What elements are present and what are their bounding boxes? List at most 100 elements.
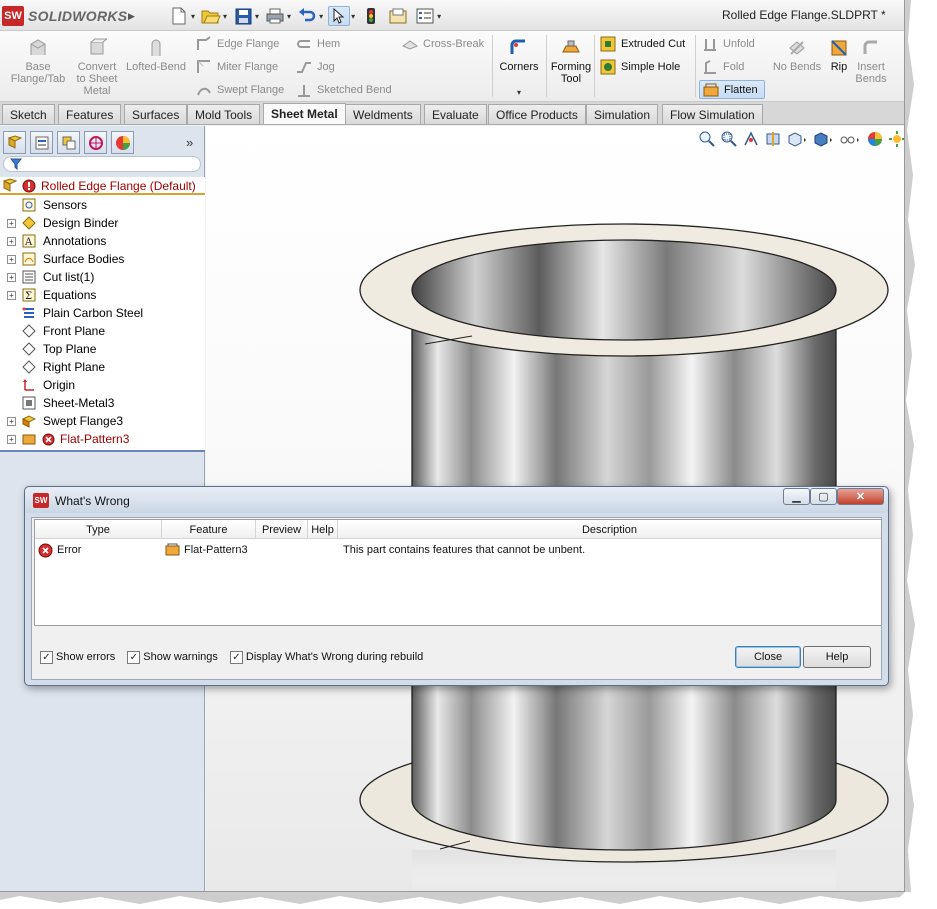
show-warnings-checkbox[interactable]: ✓ Show warnings bbox=[127, 650, 218, 664]
solidworks-window: SW SOLIDWORKS ▶ ▾ ▾ ▾ ▾ ▾ ▾ ▾ Rolled Edg… bbox=[0, 0, 905, 892]
tree-item-annotations[interactable]: + A Annotations bbox=[0, 232, 205, 250]
tab-office-products[interactable]: Office Products bbox=[488, 104, 586, 124]
expand-icon[interactable]: + bbox=[7, 273, 16, 282]
show-errors-checkbox[interactable]: ✓ Show errors bbox=[40, 650, 115, 664]
corners-dropdown-icon[interactable]: ▾ bbox=[497, 87, 541, 99]
tab-simulation[interactable]: Simulation bbox=[586, 104, 659, 124]
undo-dropdown-icon[interactable]: ▾ bbox=[319, 12, 323, 21]
extruded-cut-button[interactable]: Extruded Cut bbox=[600, 34, 685, 53]
base-flange-button[interactable]: Base Flange/Tab bbox=[6, 37, 70, 85]
tree-item-cut-list[interactable]: + Cut list(1) bbox=[0, 268, 205, 286]
display-manager-tab-icon[interactable] bbox=[111, 131, 134, 154]
simple-hole-button[interactable]: Simple Hole bbox=[600, 57, 680, 76]
close-button[interactable]: Close bbox=[735, 646, 801, 668]
maximize-button[interactable]: ▢ bbox=[810, 488, 837, 505]
property-manager-tab-icon[interactable] bbox=[30, 131, 53, 154]
dialog-body: Type Feature Preview Help Description Er… bbox=[31, 517, 882, 680]
tree-item-surface-bodies[interactable]: + Surface Bodies bbox=[0, 250, 205, 268]
tab-features[interactable]: Features bbox=[58, 104, 122, 124]
save-icon[interactable] bbox=[232, 6, 254, 26]
unfold-button[interactable]: Unfold bbox=[702, 34, 755, 53]
solidworks-logo[interactable]: SW SOLIDWORKS ▶ bbox=[2, 4, 135, 28]
tree-rollback-bar[interactable] bbox=[0, 450, 205, 452]
expand-icon[interactable]: + bbox=[7, 237, 16, 246]
display-during-rebuild-checkbox[interactable]: ✓ Display What's Wrong during rebuild bbox=[229, 650, 423, 664]
insert-bends-button[interactable]: Insert Bends bbox=[852, 37, 890, 85]
open-dropdown-icon[interactable]: ▾ bbox=[223, 12, 227, 21]
column-header-feature[interactable]: Feature bbox=[162, 520, 256, 539]
options-icon[interactable] bbox=[414, 6, 436, 26]
print-icon[interactable] bbox=[264, 6, 286, 26]
tree-item-sheet-metal[interactable]: Sheet-Metal3 bbox=[0, 394, 205, 412]
open-icon[interactable] bbox=[200, 6, 222, 26]
hem-button[interactable]: Hem bbox=[296, 34, 340, 53]
expand-icon[interactable]: + bbox=[7, 219, 16, 228]
tab-sheet-metal[interactable]: Sheet Metal bbox=[263, 103, 346, 124]
fold-button[interactable]: Fold bbox=[702, 57, 744, 76]
column-header-type[interactable]: Type bbox=[35, 520, 162, 539]
tab-surfaces[interactable]: Surfaces bbox=[124, 104, 188, 124]
column-header-preview[interactable]: Preview bbox=[256, 520, 308, 539]
save-dropdown-icon[interactable]: ▾ bbox=[255, 12, 259, 21]
edge-flange-button[interactable]: Edge Flange bbox=[196, 34, 279, 53]
tree-item-origin[interactable]: Origin bbox=[0, 376, 205, 394]
lofted-bend-button[interactable]: Lofted-Bend bbox=[124, 37, 188, 73]
menu-expand-icon[interactable]: ▶ bbox=[128, 11, 135, 22]
options-dropdown-icon[interactable]: ▾ bbox=[437, 12, 441, 21]
tab-flow-simulation[interactable]: Flow Simulation bbox=[662, 104, 763, 124]
minimize-button[interactable]: ▁ bbox=[783, 488, 810, 505]
expand-icon[interactable]: + bbox=[7, 291, 16, 300]
tree-item-swept-flange[interactable]: + Swept Flange3 bbox=[0, 412, 205, 430]
rip-button[interactable]: Rip bbox=[826, 37, 852, 73]
problem-list[interactable]: Type Feature Preview Help Description Er… bbox=[34, 519, 882, 626]
dimxpert-tab-icon[interactable] bbox=[84, 131, 107, 154]
expand-icon[interactable]: + bbox=[7, 435, 16, 444]
tree-item-front-plane[interactable]: Front Plane bbox=[0, 322, 205, 340]
help-button[interactable]: Help bbox=[803, 646, 871, 668]
convert-to-sheet-metal-button[interactable]: Convert to Sheet Metal bbox=[72, 37, 122, 97]
feature-manager-tab-icon[interactable] bbox=[3, 131, 26, 154]
forming-tool-button[interactable]: Forming Tool bbox=[549, 37, 593, 85]
expand-panel-icon[interactable]: » bbox=[186, 135, 193, 150]
tree-item-material[interactable]: Plain Carbon Steel bbox=[0, 304, 205, 322]
tree-filter-input[interactable] bbox=[3, 156, 201, 172]
surface-bodies-icon bbox=[21, 251, 37, 267]
new-icon[interactable] bbox=[168, 6, 190, 26]
tree-item-sensors[interactable]: Sensors bbox=[0, 196, 205, 214]
solidworks-icon: SW bbox=[33, 493, 49, 508]
window-close-button[interactable]: ✕ bbox=[837, 488, 884, 505]
tab-evaluate[interactable]: Evaluate bbox=[424, 104, 487, 124]
tree-item-flat-pattern[interactable]: + Flat-Pattern3 bbox=[0, 430, 205, 448]
sketched-bend-button[interactable]: Sketched Bend bbox=[296, 80, 392, 99]
expand-icon[interactable]: + bbox=[7, 417, 16, 426]
flatten-button[interactable]: Flatten bbox=[699, 80, 765, 99]
file-properties-icon[interactable] bbox=[387, 6, 409, 26]
select-icon[interactable] bbox=[328, 6, 351, 26]
configuration-manager-tab-icon[interactable] bbox=[57, 131, 80, 154]
swept-flange-button[interactable]: Swept Flange bbox=[196, 80, 284, 99]
miter-flange-button[interactable]: Miter Flange bbox=[196, 57, 278, 76]
tab-mold-tools[interactable]: Mold Tools bbox=[187, 104, 261, 124]
tab-weldments[interactable]: Weldments bbox=[345, 104, 421, 124]
expand-icon[interactable]: + bbox=[7, 255, 16, 264]
tree-item-equations[interactable]: + Σ Equations bbox=[0, 286, 205, 304]
column-header-help[interactable]: Help bbox=[308, 520, 338, 539]
column-header-description[interactable]: Description bbox=[338, 520, 881, 539]
tree-item-right-plane[interactable]: Right Plane bbox=[0, 358, 205, 376]
tab-sketch[interactable]: Sketch bbox=[2, 104, 55, 124]
annotations-icon: A bbox=[21, 233, 37, 249]
undo-icon[interactable] bbox=[296, 6, 318, 26]
tree-item-top-plane[interactable]: Top Plane bbox=[0, 340, 205, 358]
new-dropdown-icon[interactable]: ▾ bbox=[191, 12, 195, 21]
select-dropdown-icon[interactable]: ▾ bbox=[351, 12, 355, 21]
corners-button[interactable]: Corners ▾ bbox=[497, 37, 541, 99]
jog-button[interactable]: Jog bbox=[296, 57, 335, 76]
no-bends-button[interactable]: No Bends bbox=[770, 37, 824, 73]
dialog-title-bar[interactable]: SW What's Wrong ▁ ▢ ✕ bbox=[25, 487, 888, 513]
problem-row[interactable]: Error Flat-Pattern3 This part contains f… bbox=[35, 540, 881, 558]
tree-root-part[interactable]: Rolled Edge Flange (Default) bbox=[0, 177, 205, 195]
cross-break-button[interactable]: Cross-Break bbox=[402, 34, 484, 53]
print-dropdown-icon[interactable]: ▾ bbox=[287, 12, 291, 21]
tree-item-design-binder[interactable]: + Design Binder bbox=[0, 214, 205, 232]
rebuild-icon[interactable] bbox=[360, 6, 382, 26]
